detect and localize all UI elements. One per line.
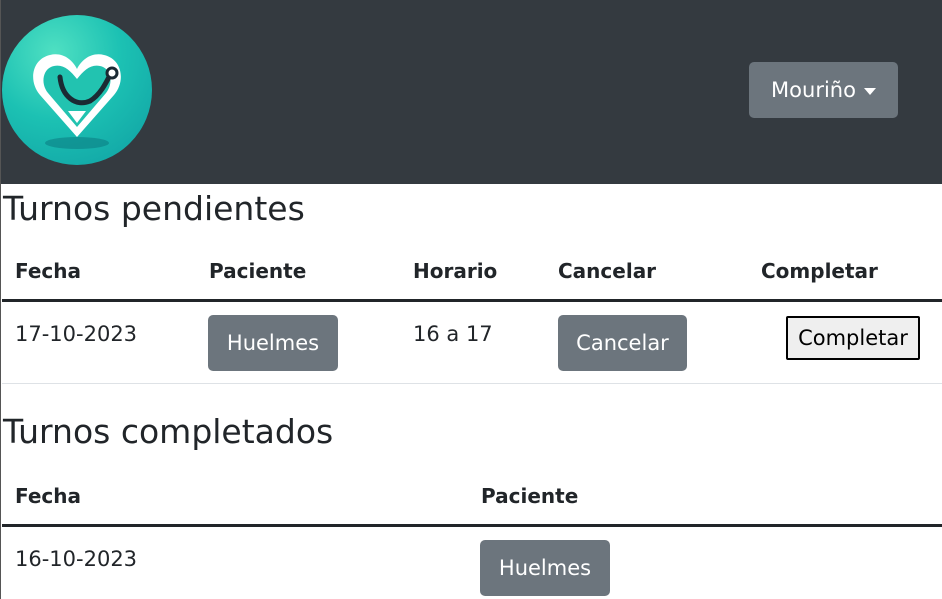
pending-header-horario: Horario xyxy=(413,259,498,283)
cancel-button[interactable]: Cancelar xyxy=(558,315,687,371)
pending-header-paciente: Paciente xyxy=(209,259,307,283)
pending-row-fecha: 17-10-2023 xyxy=(15,322,138,346)
patient-button[interactable]: Huelmes xyxy=(208,315,338,371)
pending-header-cancelar: Cancelar xyxy=(558,259,657,283)
pending-row-horario: 16 a 17 xyxy=(413,322,493,346)
caret-down-icon xyxy=(863,87,876,95)
pending-header-completar: Completar xyxy=(761,259,878,283)
completed-header-paciente: Paciente xyxy=(481,484,579,508)
user-menu-button[interactable]: Mouriño xyxy=(749,62,898,118)
table-header-divider xyxy=(2,299,942,302)
completed-header-fecha: Fecha xyxy=(15,484,82,508)
heart-stethoscope-logo-icon[interactable] xyxy=(2,15,152,165)
completed-row-fecha: 16-10-2023 xyxy=(15,547,138,571)
pending-title: Turnos pendientes xyxy=(3,189,305,228)
table-header-divider xyxy=(2,524,942,527)
complete-button[interactable]: Completar xyxy=(786,316,920,360)
pending-header-fecha: Fecha xyxy=(15,259,82,283)
user-menu-label: Mouriño xyxy=(771,78,856,102)
patient-button[interactable]: Huelmes xyxy=(480,540,610,596)
navbar: Mouriño xyxy=(1,0,942,184)
row-divider xyxy=(2,383,942,384)
completed-title: Turnos completados xyxy=(3,412,334,451)
